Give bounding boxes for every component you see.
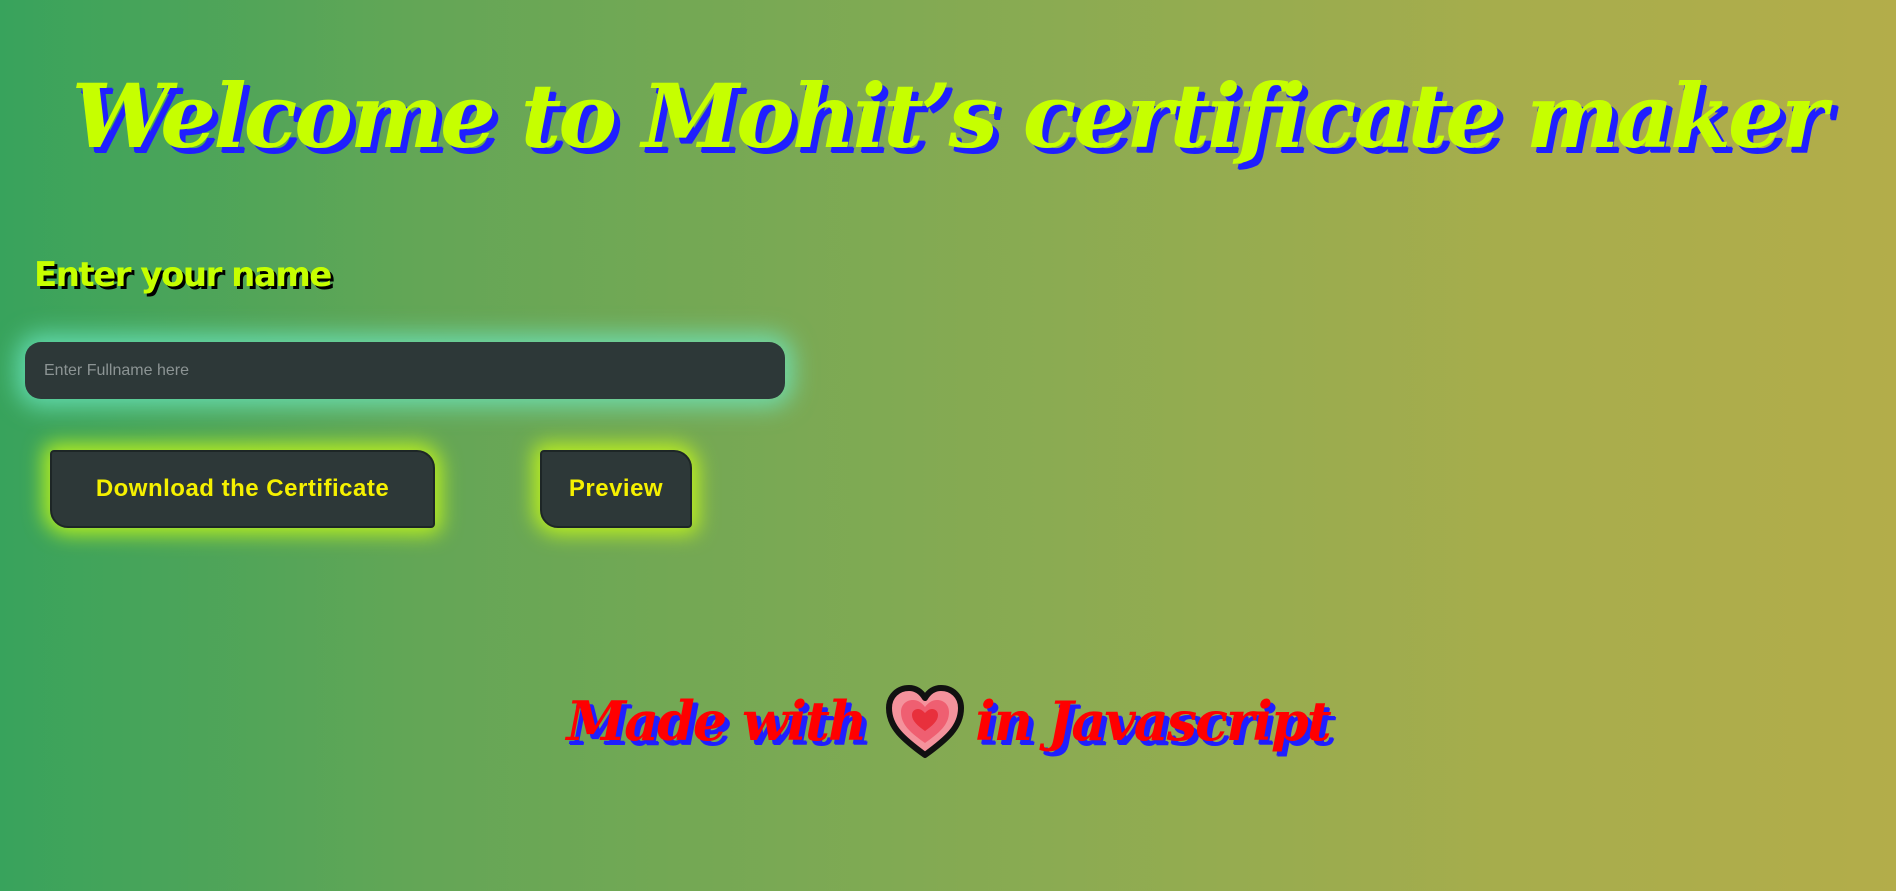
page-title: Welcome to Mohit’s certificate maker bbox=[71, 64, 1828, 168]
footer-text-before: Made with bbox=[566, 688, 867, 753]
footer-text-after: in Javascript bbox=[975, 688, 1331, 753]
footer-credit: Made with in Javascript bbox=[0, 676, 1896, 761]
name-label: Enter your name bbox=[34, 255, 332, 295]
preview-button[interactable]: Preview bbox=[540, 450, 692, 528]
fullname-input[interactable] bbox=[25, 342, 785, 399]
download-certificate-button[interactable]: Download the Certificate bbox=[50, 450, 435, 528]
heart-icon bbox=[886, 684, 965, 758]
